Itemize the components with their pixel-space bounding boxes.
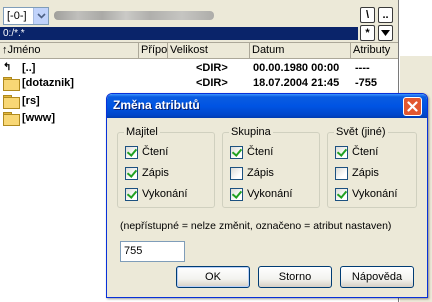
group-owner-label: Majitel: [124, 126, 160, 138]
chevron-down-icon[interactable]: [33, 8, 48, 24]
drive-select[interactable]: [-0-]: [3, 7, 49, 25]
group-exec-checkbox[interactable]: Vykonání: [230, 187, 292, 201]
ok-button[interactable]: OK: [176, 266, 250, 288]
column-size[interactable]: Velikost: [168, 43, 250, 59]
item-size: <DIR>: [196, 62, 228, 74]
checkbox-box[interactable]: [230, 166, 243, 180]
column-extension[interactable]: Přípo: [139, 43, 168, 59]
checkbox-box[interactable]: [335, 145, 348, 159]
world-exec-checkbox[interactable]: Vykonání: [335, 187, 397, 201]
group-world: Svět (jiné) Čtení Zápis Vykonání: [327, 126, 417, 208]
folder-icon: [3, 95, 20, 110]
checkbox-label: Čtení: [352, 146, 379, 158]
checkbox-label: Zápis: [247, 167, 274, 179]
select-all-button[interactable]: *: [360, 25, 375, 41]
checkbox-label: Vykonání: [142, 188, 188, 200]
owner-exec-checkbox[interactable]: Vykonání: [125, 187, 187, 201]
filter-dropdown-button[interactable]: [378, 25, 393, 41]
group-group-label: Skupina: [229, 126, 273, 138]
group-read-checkbox[interactable]: Čtení: [230, 145, 273, 159]
octal-permissions-input[interactable]: 755: [120, 241, 185, 262]
up-dir-icon: ↰: [3, 62, 12, 74]
checkbox-box[interactable]: [125, 166, 138, 180]
group-world-label: Svět (jiné): [334, 126, 388, 138]
item-attr: -755: [355, 77, 378, 89]
close-icon: [407, 101, 418, 112]
checkbox-box[interactable]: [230, 187, 243, 201]
checkbox-box[interactable]: [335, 166, 348, 180]
item-date: 18.07.2004 21:45: [253, 77, 340, 89]
attributes-note: (nepřístupné = nelze změnit, označeno = …: [120, 220, 392, 232]
column-attributes[interactable]: Atributy: [351, 43, 400, 59]
filter-input[interactable]: 0:/*.*: [0, 27, 358, 40]
checkbox-label: Vykonání: [352, 188, 398, 200]
item-date: 00.00.1980 00:00: [253, 62, 340, 74]
current-path-blurred: [54, 11, 214, 20]
root-dir-button[interactable]: \: [360, 7, 375, 23]
item-name: [..]: [22, 62, 36, 74]
checkbox-label: Čtení: [247, 146, 274, 158]
folder-icon: [3, 77, 20, 92]
dialog-titlebar[interactable]: Změna atributů: [107, 94, 427, 118]
list-header: ↑Jméno Přípo Velikost Datum Atributy: [0, 43, 400, 59]
group-write-checkbox[interactable]: Zápis: [230, 166, 274, 180]
checkbox-box[interactable]: [125, 187, 138, 201]
column-date[interactable]: Datum: [250, 43, 351, 59]
folder-icon: [3, 112, 20, 127]
item-name: [rs]: [22, 95, 40, 107]
dialog-title: Změna atributů: [113, 98, 200, 112]
dialog-body: Majitel Čtení Zápis Vykonání Skupina Čte…: [110, 118, 424, 296]
item-name: [dotaznik]: [22, 77, 74, 89]
list-item[interactable]: ↰ [..] <DIR> 00.00.1980 00:00 ----: [0, 61, 400, 76]
drive-value: [-0-]: [7, 10, 27, 22]
world-read-checkbox[interactable]: Čtení: [335, 145, 378, 159]
world-write-checkbox[interactable]: Zápis: [335, 166, 379, 180]
checkbox-label: Zápis: [142, 167, 169, 179]
list-item[interactable]: [dotaznik] <DIR> 18.07.2004 21:45 -755: [0, 76, 400, 92]
checkbox-box[interactable]: [230, 145, 243, 159]
cancel-button[interactable]: Storno: [258, 266, 332, 288]
group-owner: Majitel Čtení Zápis Vykonání: [117, 126, 215, 208]
column-name[interactable]: ↑Jméno: [0, 43, 139, 59]
owner-read-checkbox[interactable]: Čtení: [125, 145, 168, 159]
change-attributes-dialog: Změna atributů Majitel Čtení Zápis Vykon…: [106, 93, 428, 298]
parent-dir-button[interactable]: ..: [378, 7, 393, 23]
checkbox-box[interactable]: [335, 187, 348, 201]
close-button[interactable]: [403, 97, 422, 116]
checkbox-box[interactable]: [125, 145, 138, 159]
item-name: [www]: [22, 112, 55, 124]
item-size: <DIR>: [196, 77, 228, 89]
owner-write-checkbox[interactable]: Zápis: [125, 166, 169, 180]
triangle-down-icon: [381, 30, 390, 36]
group-group: Skupina Čtení Zápis Vykonání: [222, 126, 320, 208]
help-button[interactable]: Nápověda: [340, 266, 414, 288]
item-attr: ----: [355, 62, 370, 74]
checkbox-label: Vykonání: [247, 188, 293, 200]
checkbox-label: Čtení: [142, 146, 169, 158]
checkbox-label: Zápis: [352, 167, 379, 179]
